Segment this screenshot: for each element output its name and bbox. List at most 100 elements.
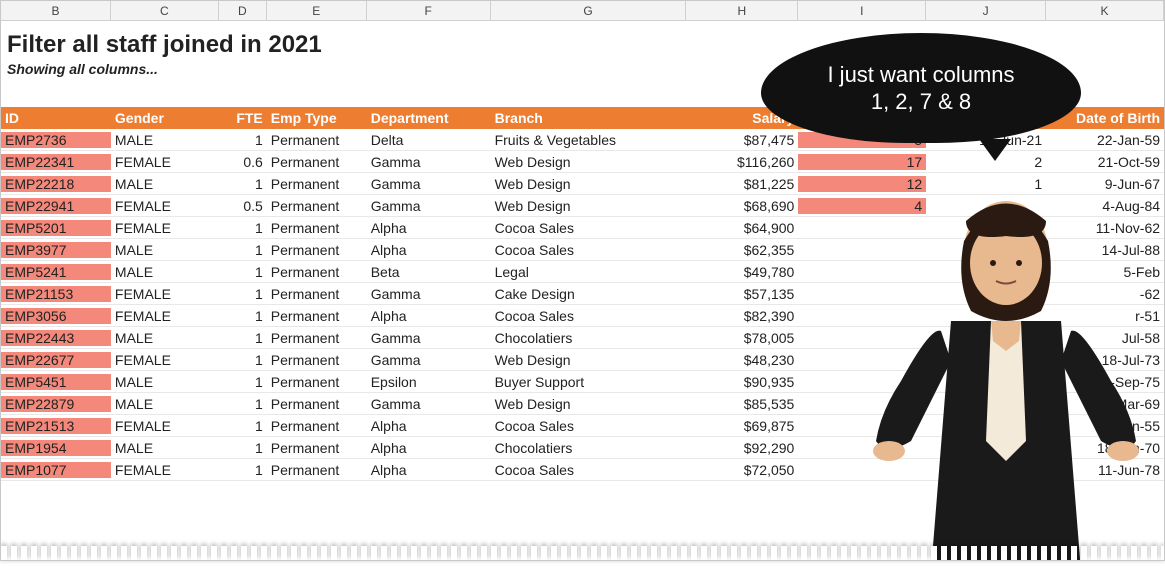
table-cell[interactable]: EMP3977: [1, 242, 111, 258]
column-header[interactable]: FTE: [219, 110, 267, 126]
table-cell[interactable]: 0.5: [219, 198, 267, 214]
table-cell[interactable]: 17: [798, 154, 926, 170]
table-cell[interactable]: 4: [798, 198, 926, 214]
table-cell[interactable]: Web Design: [491, 176, 687, 192]
table-cell[interactable]: Permanent: [267, 132, 367, 148]
table-cell[interactable]: 1: [926, 176, 1046, 192]
table-cell[interactable]: Permanent: [267, 242, 367, 258]
table-cell[interactable]: EMP21153: [1, 286, 111, 302]
table-cell[interactable]: 22-Jan-59: [1046, 132, 1164, 148]
table-cell[interactable]: EMP22443: [1, 330, 111, 346]
table-cell[interactable]: MALE: [111, 330, 219, 346]
table-cell[interactable]: EMP22677: [1, 352, 111, 368]
table-cell[interactable]: Cocoa Sales: [491, 418, 687, 434]
table-cell[interactable]: Gamma: [367, 176, 491, 192]
table-cell[interactable]: Web Design: [491, 198, 687, 214]
table-cell[interactable]: Legal: [491, 264, 687, 280]
column-letter[interactable]: D: [219, 1, 267, 20]
table-cell[interactable]: MALE: [111, 132, 219, 148]
table-cell[interactable]: Gamma: [367, 154, 491, 170]
table-cell[interactable]: Gamma: [367, 330, 491, 346]
column-letter[interactable]: H: [686, 1, 798, 20]
table-cell[interactable]: 25-Mar-69: [1046, 396, 1164, 412]
table-row[interactable]: EMP22941FEMALE0.5PermanentGammaWeb Desig…: [1, 195, 1164, 217]
table-cell[interactable]: $57,135: [686, 286, 798, 302]
table-row[interactable]: EMP5451MALE1PermanentEpsilonBuyer Suppor…: [1, 371, 1164, 393]
table-row[interactable]: EMP21153FEMALE1PermanentGammaCake Design…: [1, 283, 1164, 305]
table-cell[interactable]: Chocolatiers: [491, 440, 687, 456]
table-cell[interactable]: FEMALE: [111, 286, 219, 302]
column-header[interactable]: Emp Type: [267, 110, 367, 126]
table-cell[interactable]: $87,475: [686, 132, 798, 148]
table-cell[interactable]: 9-Jun-67: [1046, 176, 1164, 192]
table-cell[interactable]: Permanent: [267, 176, 367, 192]
table-cell[interactable]: $90,935: [686, 374, 798, 390]
column-header[interactable]: Gender: [111, 110, 219, 126]
table-cell[interactable]: 1: [219, 176, 267, 192]
table-cell[interactable]: 12-Sep-75: [1046, 374, 1164, 390]
table-cell[interactable]: $92,290: [686, 440, 798, 456]
table-cell[interactable]: -62: [1046, 286, 1164, 302]
column-header[interactable]: Department: [367, 110, 491, 126]
table-cell[interactable]: Cocoa Sales: [491, 220, 687, 236]
table-row[interactable]: EMP21513FEMALE1PermanentAlphaCocoa Sales…: [1, 415, 1164, 437]
table-row[interactable]: EMP22218MALE1PermanentGammaWeb Design$81…: [1, 173, 1164, 195]
table-row[interactable]: EMP1077FEMALE1PermanentAlphaCocoa Sales$…: [1, 459, 1164, 481]
table-cell[interactable]: 1: [219, 418, 267, 434]
table-cell[interactable]: FEMALE: [111, 418, 219, 434]
table-row[interactable]: EMP5201FEMALE1PermanentAlphaCocoa Sales$…: [1, 217, 1164, 239]
table-cell[interactable]: 21-Oct-59: [1046, 154, 1164, 170]
table-cell[interactable]: Cocoa Sales: [491, 308, 687, 324]
table-cell[interactable]: Permanent: [267, 264, 367, 280]
table-cell[interactable]: Gamma: [367, 352, 491, 368]
table-cell[interactable]: Jul-58: [1046, 330, 1164, 346]
table-cell[interactable]: Alpha: [367, 462, 491, 478]
table-cell[interactable]: $72,050: [686, 462, 798, 478]
column-letter[interactable]: I: [798, 1, 926, 20]
table-cell[interactable]: Permanent: [267, 308, 367, 324]
table-cell[interactable]: Web Design: [491, 352, 687, 368]
table-cell[interactable]: $85,535: [686, 396, 798, 412]
column-letter[interactable]: B: [1, 1, 111, 20]
table-cell[interactable]: Epsilon: [367, 374, 491, 390]
table-cell[interactable]: MALE: [111, 264, 219, 280]
table-cell[interactable]: $78,005: [686, 330, 798, 346]
table-cell[interactable]: Permanent: [267, 462, 367, 478]
table-cell[interactable]: Gamma: [367, 396, 491, 412]
table-cell[interactable]: FEMALE: [111, 198, 219, 214]
table-cell[interactable]: Cocoa Sales: [491, 242, 687, 258]
table-cell[interactable]: $64,900: [686, 220, 798, 236]
table-cell[interactable]: 1: [219, 396, 267, 412]
table-cell[interactable]: Permanent: [267, 220, 367, 236]
table-cell[interactable]: Gamma: [367, 198, 491, 214]
table-row[interactable]: EMP5241MALE1PermanentBetaLegal$49,7805-F…: [1, 261, 1164, 283]
table-row[interactable]: EMP22879MALE1PermanentGammaWeb Design$85…: [1, 393, 1164, 415]
table-cell[interactable]: $116,260: [686, 154, 798, 170]
table-cell[interactable]: FEMALE: [111, 352, 219, 368]
table-cell[interactable]: EMP22941: [1, 198, 111, 214]
table-cell[interactable]: 1: [219, 308, 267, 324]
column-header[interactable]: Branch: [491, 110, 687, 126]
table-cell[interactable]: $69,875: [686, 418, 798, 434]
table-cell[interactable]: EMP5201: [1, 220, 111, 236]
table-cell[interactable]: EMP22879: [1, 396, 111, 412]
table-cell[interactable]: EMP5451: [1, 374, 111, 390]
table-cell[interactable]: 1: [219, 462, 267, 478]
table-cell[interactable]: 1: [219, 440, 267, 456]
table-cell[interactable]: EMP2736: [1, 132, 111, 148]
table-cell[interactable]: 11-Jun-78: [1046, 462, 1164, 478]
table-cell[interactable]: Alpha: [367, 242, 491, 258]
column-letter[interactable]: F: [367, 1, 491, 20]
column-letter[interactable]: G: [491, 1, 687, 20]
table-cell[interactable]: 18-Jul-73: [1046, 352, 1164, 368]
table-cell[interactable]: 5-Feb: [1046, 264, 1164, 280]
table-cell[interactable]: 19: [926, 374, 1046, 390]
table-cell[interactable]: Cake Design: [491, 286, 687, 302]
table-cell[interactable]: MALE: [111, 242, 219, 258]
table-cell[interactable]: $62,355: [686, 242, 798, 258]
table-cell[interactable]: Alpha: [367, 220, 491, 236]
table-cell[interactable]: Alpha: [367, 308, 491, 324]
table-cell[interactable]: 1: [219, 242, 267, 258]
table-row[interactable]: EMP1954MALE1PermanentAlphaChocolatiers$9…: [1, 437, 1164, 459]
column-letter[interactable]: J: [926, 1, 1046, 20]
